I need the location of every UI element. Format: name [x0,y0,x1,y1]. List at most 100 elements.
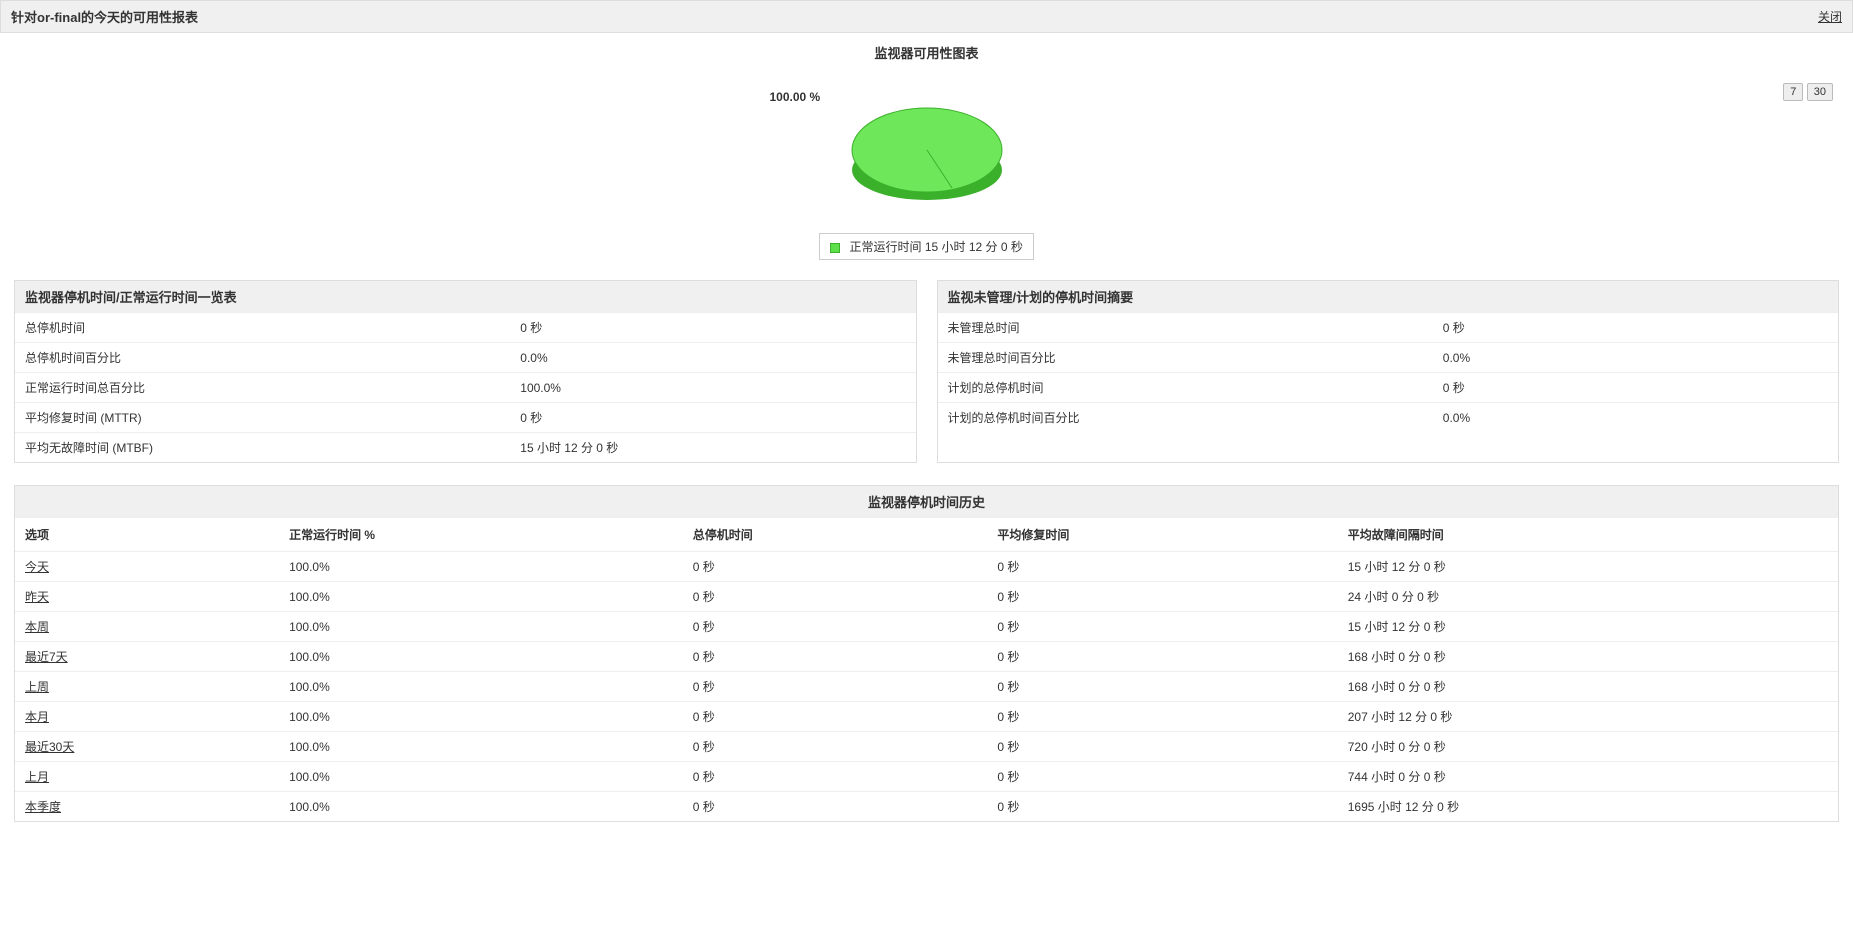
chart-title: 监视器可用性图表 [0,43,1853,62]
kv-value: 15 小时 12 分 0 秒 [510,433,915,463]
history-mtbf: 720 小时 0 分 0 秒 [1338,732,1838,762]
pie-chart-icon [842,80,1012,220]
history-option-link[interactable]: 本周 [25,620,49,634]
unmanaged-panel: 监视未管理/计划的停机时间摘要 未管理总时间0 秒未管理总时间百分比0.0%计划… [937,280,1840,463]
history-total-down: 0 秒 [683,702,988,732]
history-option-link[interactable]: 上月 [25,770,49,784]
downtime-table: 总停机时间0 秒总停机时间百分比0.0%正常运行时间总百分比100.0%平均修复… [15,312,916,462]
kv-label: 总停机时间 [15,313,510,343]
kv-value: 0 秒 [1433,373,1838,403]
kv-value: 100.0% [510,373,915,403]
history-option-link[interactable]: 本月 [25,710,49,724]
legend-text: 正常运行时间 15 小时 12 分 0 秒 [849,240,1022,254]
history-mttr: 0 秒 [987,672,1337,702]
history-uptime-pct: 100.0% [279,552,683,582]
history-mttr: 0 秒 [987,612,1337,642]
history-mttr: 0 秒 [987,732,1337,762]
history-row: 最近30天100.0%0 秒0 秒720 小时 0 分 0 秒 [15,732,1838,762]
unmanaged-panel-title: 监视未管理/计划的停机时间摘要 [938,281,1839,312]
kv-label: 计划的总停机时间百分比 [938,403,1433,433]
history-option-link[interactable]: 今天 [25,560,49,574]
kv-value: 0.0% [510,343,915,373]
range-30-button[interactable]: 30 [1807,83,1833,101]
page-title: 针对or-final的今天的可用性报表 [11,7,198,26]
history-row: 昨天100.0%0 秒0 秒24 小时 0 分 0 秒 [15,582,1838,612]
kv-label: 未管理总时间百分比 [938,343,1433,373]
history-mtbf: 168 小时 0 分 0 秒 [1338,672,1838,702]
history-total-down: 0 秒 [683,642,988,672]
history-title: 监视器停机时间历史 [15,486,1838,517]
history-uptime-pct: 100.0% [279,762,683,792]
history-mtbf: 24 小时 0 分 0 秒 [1338,582,1838,612]
history-row: 本月100.0%0 秒0 秒207 小时 12 分 0 秒 [15,702,1838,732]
kv-value: 0.0% [1433,403,1838,433]
history-mttr: 0 秒 [987,582,1337,612]
history-uptime-pct: 100.0% [279,642,683,672]
history-uptime-pct: 100.0% [279,612,683,642]
col-mtbf: 平均故障间隔时间 [1338,518,1838,552]
kv-value: 0 秒 [510,403,915,433]
history-total-down: 0 秒 [683,792,988,822]
history-option-link[interactable]: 本季度 [25,800,61,814]
history-uptime-pct: 100.0% [279,672,683,702]
history-mtbf: 168 小时 0 分 0 秒 [1338,642,1838,672]
history-mtbf: 744 小时 0 分 0 秒 [1338,762,1838,792]
pie-percent-label: 100.00 % [770,90,821,104]
history-option-link[interactable]: 最近30天 [25,740,74,754]
history-header-row: 选项 正常运行时间 % 总停机时间 平均修复时间 平均故障间隔时间 [15,518,1838,552]
summary-panels: 监视器停机时间/正常运行时间一览表 总停机时间0 秒总停机时间百分比0.0%正常… [0,280,1853,463]
history-row: 最近7天100.0%0 秒0 秒168 小时 0 分 0 秒 [15,642,1838,672]
history-mttr: 0 秒 [987,642,1337,672]
history-uptime-pct: 100.0% [279,582,683,612]
downtime-uptime-panel: 监视器停机时间/正常运行时间一览表 总停机时间0 秒总停机时间百分比0.0%正常… [14,280,917,463]
history-option-link[interactable]: 昨天 [25,590,49,604]
legend-swatch-icon [830,243,840,253]
table-row: 总停机时间0 秒 [15,313,916,343]
history-mttr: 0 秒 [987,702,1337,732]
chart-legend: 正常运行时间 15 小时 12 分 0 秒 [819,233,1034,260]
kv-label: 平均无故障时间 (MTBF) [15,433,510,463]
kv-label: 平均修复时间 (MTTR) [15,403,510,433]
chart-section: 监视器可用性图表 7 30 100.00 % 正常运行时间 15 小时 12 分… [0,33,1853,270]
table-row: 总停机时间百分比0.0% [15,343,916,373]
table-row: 正常运行时间总百分比100.0% [15,373,916,403]
history-row: 上月100.0%0 秒0 秒744 小时 0 分 0 秒 [15,762,1838,792]
history-mtbf: 1695 小时 12 分 0 秒 [1338,792,1838,822]
history-row: 今天100.0%0 秒0 秒15 小时 12 分 0 秒 [15,552,1838,582]
table-row: 计划的总停机时间百分比0.0% [938,403,1839,433]
table-row: 未管理总时间0 秒 [938,313,1839,343]
table-row: 平均无故障时间 (MTBF)15 小时 12 分 0 秒 [15,433,916,463]
history-mttr: 0 秒 [987,762,1337,792]
col-total-down: 总停机时间 [683,518,988,552]
history-mtbf: 207 小时 12 分 0 秒 [1338,702,1838,732]
history-row: 本周100.0%0 秒0 秒15 小时 12 分 0 秒 [15,612,1838,642]
table-row: 平均修复时间 (MTTR)0 秒 [15,403,916,433]
history-uptime-pct: 100.0% [279,702,683,732]
history-option-link[interactable]: 最近7天 [25,650,68,664]
col-option: 选项 [15,518,279,552]
history-option-link[interactable]: 上周 [25,680,49,694]
kv-label: 总停机时间百分比 [15,343,510,373]
downtime-panel-title: 监视器停机时间/正常运行时间一览表 [15,281,916,312]
kv-value: 0.0% [1433,343,1838,373]
history-uptime-pct: 100.0% [279,792,683,822]
time-range-buttons: 7 30 [1783,83,1833,101]
kv-label: 未管理总时间 [938,313,1433,343]
history-mttr: 0 秒 [987,552,1337,582]
range-7-button[interactable]: 7 [1783,83,1803,101]
close-link[interactable]: 关闭 [1818,8,1842,25]
page-header: 针对or-final的今天的可用性报表 关闭 [0,0,1853,33]
pie-chart-wrap: 100.00 % [842,80,1012,223]
history-mttr: 0 秒 [987,792,1337,822]
col-mttr: 平均修复时间 [987,518,1337,552]
kv-label: 正常运行时间总百分比 [15,373,510,403]
history-total-down: 0 秒 [683,672,988,702]
col-uptime-pct: 正常运行时间 % [279,518,683,552]
history-mtbf: 15 小时 12 分 0 秒 [1338,612,1838,642]
history-section: 监视器停机时间历史 选项 正常运行时间 % 总停机时间 平均修复时间 平均故障间… [14,485,1839,822]
history-uptime-pct: 100.0% [279,732,683,762]
kv-label: 计划的总停机时间 [938,373,1433,403]
history-table: 选项 正常运行时间 % 总停机时间 平均修复时间 平均故障间隔时间 今天 100.… [15,517,1838,821]
unmanaged-table: 未管理总时间0 秒未管理总时间百分比0.0%计划的总停机时间0 秒计划的总停机时… [938,312,1839,432]
history-total-down: 0 秒 [683,762,988,792]
